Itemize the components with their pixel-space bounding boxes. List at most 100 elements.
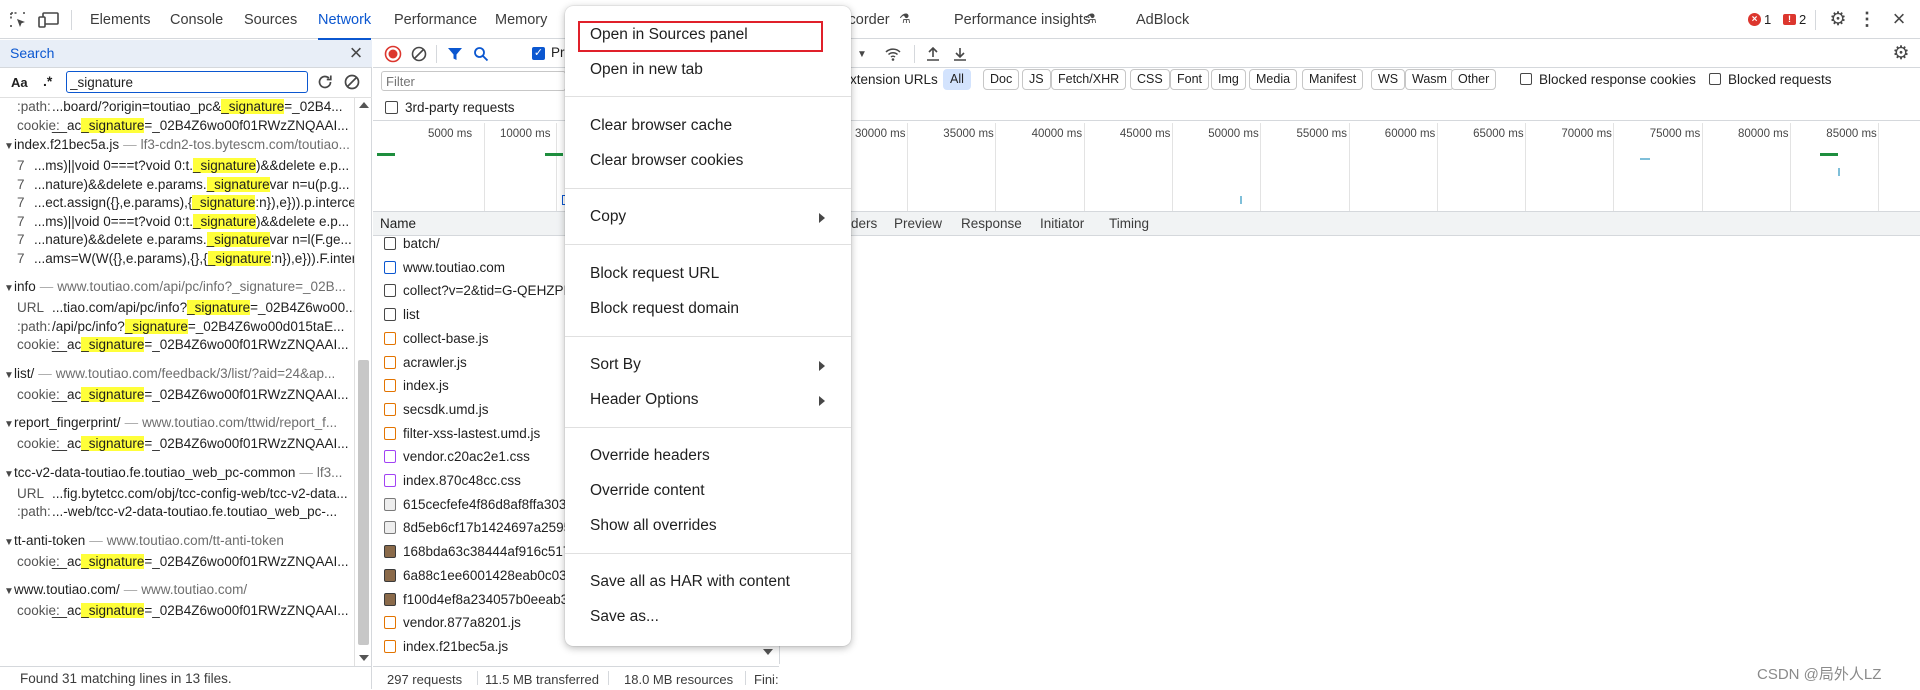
result-file-header[interactable]: ▼index.f21bec5a.js — lf3-cdn2-tos.bytescm.… — [0, 135, 354, 155]
filter-input[interactable] — [381, 71, 566, 91]
scroll-down-arrow-icon[interactable] — [359, 655, 369, 661]
menu-open-in-sources-panel[interactable]: Open in Sources panel — [590, 26, 748, 44]
result-file-header[interactable]: ▼info — www.toutiao.com/api/pc/info?_signa… — [0, 277, 354, 297]
close-search-icon[interactable]: × — [346, 40, 366, 65]
request-row[interactable]: collect?v=2&tid=G-QEHZPBE — [384, 279, 567, 303]
tab-performance-insights[interactable]: Performance insights — [954, 0, 1090, 39]
network-conditions-icon[interactable] — [883, 44, 903, 64]
blocked-cookies-checkbox[interactable] — [1520, 73, 1532, 85]
tab-network[interactable]: Network — [318, 0, 372, 40]
record-stop-icon[interactable] — [383, 44, 403, 64]
device-toolbar-icon[interactable] — [38, 10, 60, 30]
close-devtools-icon[interactable]: × — [1889, 6, 1909, 31]
tab-timing[interactable]: Timing — [1109, 216, 1149, 231]
tab-response[interactable]: Response — [961, 216, 1022, 231]
result-match-line[interactable]: cookie: __ac_signature=_02B4Z6wo00f01RWzZ… — [0, 435, 354, 453]
third-party-checkbox[interactable] — [385, 101, 398, 114]
settings-gear-icon[interactable]: ⚙ — [1828, 9, 1848, 30]
request-row[interactable]: index.870c48cc.css — [384, 469, 567, 493]
request-row[interactable]: filter-xss-lastest.umd.js — [384, 422, 567, 446]
menu-header-options[interactable]: Header Options — [590, 391, 699, 409]
clear-search-icon[interactable] — [342, 72, 362, 92]
result-match-line[interactable]: 7 ...nature)&&delete e.params._signaturev… — [0, 231, 354, 249]
name-column-header[interactable]: Name — [380, 216, 416, 231]
result-match-line[interactable]: cookie: __ac_signature=_02B4Z6wo00f01RWzZ… — [0, 117, 354, 135]
expand-triangle-icon[interactable]: ▼ — [4, 582, 14, 600]
request-row[interactable]: www.toutiao.com — [384, 256, 567, 280]
request-row[interactable]: 6a88c1ee6001428eab0c03c — [384, 564, 567, 588]
request-row[interactable]: vendor.877a8201.js — [384, 611, 567, 635]
result-match-line[interactable]: 7 ...ms)||void 0===t?void 0:t._signature)… — [0, 213, 354, 231]
menu-override-content[interactable]: Override content — [590, 482, 705, 500]
scrollbar-thumb[interactable] — [358, 360, 369, 645]
tab-console[interactable]: Console — [170, 0, 223, 39]
request-row[interactable]: secsdk.umd.js — [384, 398, 567, 422]
result-match-line[interactable]: :path: ...-web/tcc-v2-data-toutiao.fe.tou… — [0, 503, 354, 521]
result-file-header[interactable]: ▼tt-anti-token — www.toutiao.com/tt-anti-t… — [0, 531, 354, 551]
result-match-line[interactable]: cookie: __ac_signature=_02B4Z6wo00f01RWzZ… — [0, 553, 354, 571]
request-row[interactable]: batch/ — [384, 232, 567, 256]
tab-memory[interactable]: Memory — [495, 0, 547, 39]
menu-show-all-overrides[interactable]: Show all overrides — [590, 517, 717, 535]
expand-triangle-icon[interactable]: ▼ — [4, 366, 14, 384]
expand-triangle-icon[interactable]: ▼ — [4, 279, 14, 297]
filter-wasm[interactable]: Wasm — [1405, 69, 1454, 90]
menu-block-request-url[interactable]: Block request URL — [590, 265, 719, 283]
result-match-line[interactable]: cookie: __ac_signature=_02B4Z6wo00f01RWzZ… — [0, 336, 354, 354]
menu-save-all-har[interactable]: Save all as HAR with content — [590, 573, 790, 591]
match-case-toggle[interactable]: Aa — [11, 75, 28, 90]
filter-manifest[interactable]: Manifest — [1302, 69, 1364, 90]
request-row[interactable]: index.f21bec5a.js — [384, 635, 567, 659]
request-row[interactable]: list — [384, 303, 567, 327]
preserve-log-checkbox[interactable]: ✓ — [532, 47, 545, 60]
expand-triangle-icon[interactable]: ▼ — [4, 465, 14, 483]
tab-adblock[interactable]: AdBlock — [1136, 0, 1189, 39]
filter-doc[interactable]: Doc — [983, 69, 1020, 90]
scroll-up-arrow-icon[interactable] — [359, 102, 369, 108]
throttle-dropdown-icon[interactable]: ▼ — [855, 44, 869, 64]
result-match-line[interactable]: :path:/api/pc/info?_signature=_02B4Z6wo0… — [0, 318, 354, 336]
tab-preview[interactable]: Preview — [894, 216, 942, 231]
result-file-header[interactable]: ▼tcc-v2-data-toutiao.fe.toutiao_web_pc-c… — [0, 463, 354, 483]
request-row[interactable]: collect-base.js — [384, 327, 567, 351]
request-row[interactable]: acrawler.js — [384, 351, 567, 375]
menu-open-in-new-tab[interactable]: Open in new tab — [590, 61, 703, 79]
menu-override-headers[interactable]: Override headers — [590, 447, 710, 465]
filter-css[interactable]: CSS — [1130, 69, 1170, 90]
regex-toggle[interactable]: .* — [43, 73, 52, 89]
clear-log-icon[interactable] — [409, 44, 429, 64]
inspect-element-icon[interactable] — [8, 10, 28, 30]
tab-performance[interactable]: Performance — [394, 0, 477, 39]
result-match-line[interactable]: URL ...tiao.com/api/pc/info?_signature=_0… — [0, 299, 354, 317]
request-row[interactable]: 615cecfefe4f86d8af8ffa3036 — [384, 493, 567, 517]
errors-badge[interactable]: × 1 — [1748, 12, 1771, 27]
result-match-line[interactable]: cookie: __ac_signature=_02B4Z6wo00f01RWzZ… — [0, 602, 354, 620]
blocked-requests-checkbox[interactable] — [1709, 73, 1721, 85]
result-match-line[interactable]: cookie: __ac_signature=_02B4Z6wo00f01RWzZ… — [0, 386, 354, 404]
result-match-line[interactable]: 7 ...ect.assign({},e.params),{_signature:… — [0, 194, 354, 212]
request-row[interactable]: 8d5eb6cf17b1424697a2595 — [384, 516, 567, 540]
menu-clear-browser-cookies[interactable]: Clear browser cookies — [590, 152, 743, 170]
filter-other[interactable]: Other — [1451, 69, 1497, 90]
request-row[interactable]: 168bda63c38444af916c517 — [384, 540, 567, 564]
request-row[interactable]: index.js — [384, 374, 567, 398]
result-match-line[interactable]: 7 ...ams=W(W({},e.params),{},{_signature:… — [0, 250, 354, 268]
result-file-header[interactable]: ▼www.toutiao.com/— www.toutiao.com/ — [0, 580, 354, 600]
filter-fetch-xhr[interactable]: Fetch/XHR — [1051, 69, 1127, 90]
result-file-header[interactable]: ▼list/— www.toutiao.com/feedback/3/list/?… — [0, 364, 354, 384]
search-icon[interactable] — [471, 44, 491, 64]
filter-all[interactable]: All — [943, 69, 971, 90]
filter-js[interactable]: JS — [1022, 69, 1051, 90]
result-match-line[interactable]: URL ...fig.bytetcc.com/obj/tcc-config-web… — [0, 485, 354, 503]
result-match-line[interactable]: 7 ...ms)||void 0===t?void 0:t._signature)… — [0, 157, 354, 175]
menu-save-as[interactable]: Save as... — [590, 608, 659, 626]
menu-copy[interactable]: Copy — [590, 208, 626, 226]
menu-clear-browser-cache[interactable]: Clear browser cache — [590, 117, 732, 135]
scroll-down-arrow-icon[interactable] — [763, 649, 773, 655]
export-har-icon[interactable] — [950, 44, 970, 64]
menu-block-request-domain[interactable]: Block request domain — [590, 300, 739, 318]
expand-triangle-icon[interactable]: ▼ — [4, 533, 14, 551]
network-settings-gear-icon[interactable]: ⚙ — [1891, 43, 1911, 64]
request-row[interactable]: vendor.c20ac2e1.css — [384, 445, 567, 469]
expand-triangle-icon[interactable]: ▼ — [4, 137, 14, 155]
